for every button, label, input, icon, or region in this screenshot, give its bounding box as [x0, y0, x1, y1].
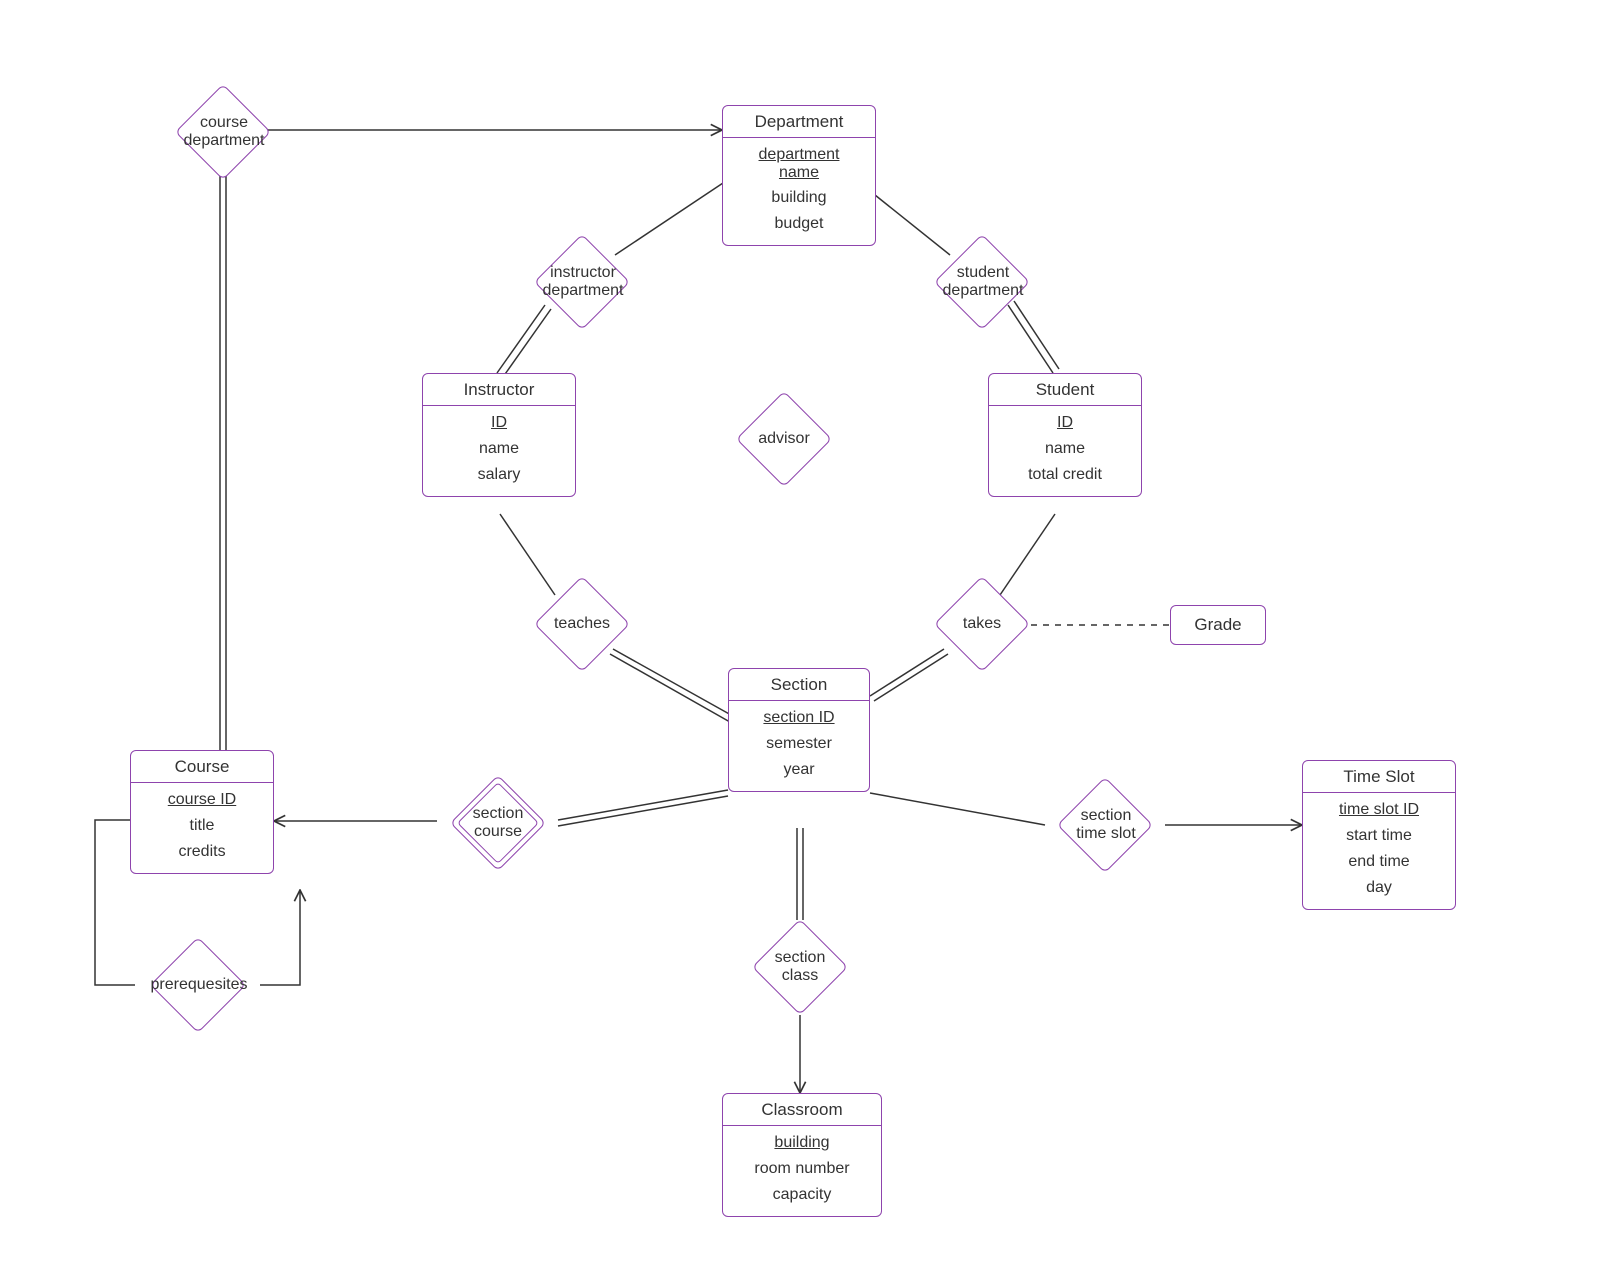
- entity-attr: credits: [141, 839, 263, 865]
- entity-attr: room number: [733, 1156, 871, 1182]
- entity-attrs: course ID title credits: [131, 783, 273, 873]
- entity-attrs: ID name total credit: [989, 406, 1141, 496]
- entity-department: Department departmentname building budge…: [722, 105, 876, 246]
- entity-attr: name: [999, 436, 1131, 462]
- entity-attr: salary: [433, 462, 565, 488]
- rel-advisor: [736, 391, 832, 487]
- entity-attrs: ID name salary: [423, 406, 575, 496]
- entity-attr: capacity: [733, 1182, 871, 1208]
- entity-attr: year: [739, 757, 859, 783]
- entity-attr: name: [433, 436, 565, 462]
- rel-takes: [934, 576, 1030, 672]
- entity-attr: course ID: [141, 787, 263, 813]
- entity-classroom: Classroom building room number capacity: [722, 1093, 882, 1217]
- entity-attr: semester: [739, 731, 859, 757]
- entity-attrs: time slot ID start time end time day: [1303, 793, 1455, 909]
- entity-attr: day: [1313, 875, 1445, 901]
- entity-title: Instructor: [423, 374, 575, 406]
- entity-attr: building: [733, 1130, 871, 1156]
- entity-attr: budget: [733, 211, 865, 237]
- entity-attrs: section ID semester year: [729, 701, 869, 791]
- entity-title: Student: [989, 374, 1141, 406]
- entity-section: Section section ID semester year: [728, 668, 870, 792]
- entity-attr: time slot ID: [1313, 797, 1445, 823]
- rel-student-department: [934, 234, 1030, 330]
- attr-grade: Grade: [1170, 605, 1266, 645]
- entity-title: Department: [723, 106, 875, 138]
- entity-attr: departmentname: [733, 142, 865, 185]
- rel-section-course: [450, 775, 546, 871]
- entity-timeslot: Time Slot time slot ID start time end ti…: [1302, 760, 1456, 910]
- rel-course-department: [175, 84, 271, 180]
- entity-attr: title: [141, 813, 263, 839]
- entity-attr: end time: [1313, 849, 1445, 875]
- entity-attr: ID: [433, 410, 565, 436]
- entity-title: Course: [131, 751, 273, 783]
- entity-attr: start time: [1313, 823, 1445, 849]
- entity-attr: section ID: [739, 705, 859, 731]
- attr-label: Grade: [1194, 615, 1241, 635]
- entity-attrs: building room number capacity: [723, 1126, 881, 1216]
- entity-instructor: Instructor ID name salary: [422, 373, 576, 497]
- rel-prerequisites: [150, 937, 246, 1033]
- entity-student: Student ID name total credit: [988, 373, 1142, 497]
- entity-title: Section: [729, 669, 869, 701]
- entity-attr: total credit: [999, 462, 1131, 488]
- rel-section-timeslot: [1057, 777, 1153, 873]
- rel-teaches: [534, 576, 630, 672]
- entity-title: Classroom: [723, 1094, 881, 1126]
- entity-attr: ID: [999, 410, 1131, 436]
- entity-title: Time Slot: [1303, 761, 1455, 793]
- entity-course: Course course ID title credits: [130, 750, 274, 874]
- rel-instructor-department: [534, 234, 630, 330]
- rel-section-class: [752, 919, 848, 1015]
- entity-attr: building: [733, 185, 865, 211]
- entity-attrs: departmentname building budget: [723, 138, 875, 245]
